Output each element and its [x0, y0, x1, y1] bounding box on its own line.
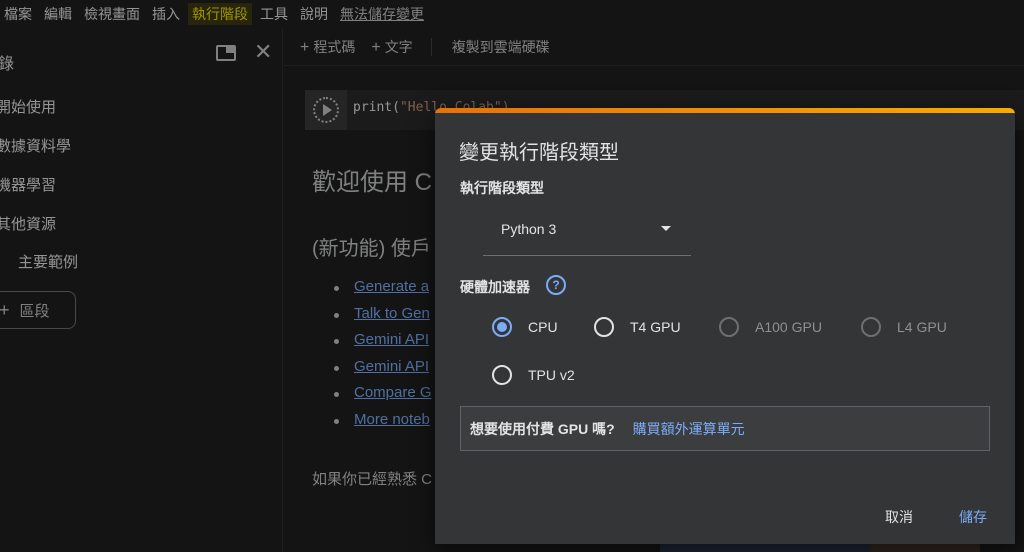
runtime-type-select[interactable]: Python 3	[483, 208, 691, 256]
dropdown-arrow-icon	[661, 226, 671, 231]
radio-button-icon	[594, 317, 614, 337]
radio-button-icon	[492, 317, 512, 337]
buy-compute-units-link[interactable]: 購買額外運算單元	[633, 419, 745, 439]
radio-a100-gpu: A100 GPU	[719, 317, 822, 337]
radio-l4-gpu: L4 GPU	[861, 317, 947, 337]
change-runtime-dialog: 變更執行階段類型 執行階段類型 Python 3 硬體加速器 ? CPU T4 …	[435, 108, 1015, 544]
paid-gpu-promo: 想要使用付費 GPU 嗎? 購買額外運算單元	[460, 406, 990, 451]
radio-label: L4 GPU	[897, 319, 947, 335]
radio-label: T4 GPU	[630, 319, 681, 335]
dialog-accent-bar	[435, 108, 1015, 113]
radio-label: CPU	[528, 319, 558, 335]
radio-button-icon	[492, 365, 512, 385]
radio-button-icon	[719, 317, 739, 337]
radio-label: TPU v2	[528, 367, 575, 383]
radio-label: A100 GPU	[755, 319, 822, 335]
radio-t4-gpu[interactable]: T4 GPU	[594, 317, 681, 337]
radio-button-icon	[861, 317, 881, 337]
help-icon[interactable]: ?	[546, 275, 566, 295]
hardware-accelerator-label: 硬體加速器	[460, 279, 530, 295]
runtime-type-value: Python 3	[501, 221, 557, 237]
save-button[interactable]: 儲存	[959, 507, 987, 527]
radio-cpu[interactable]: CPU	[492, 317, 558, 337]
promo-question: 想要使用付費 GPU 嗎?	[470, 420, 615, 437]
cancel-button[interactable]: 取消	[885, 507, 913, 527]
runtime-type-label: 執行階段類型	[460, 180, 544, 196]
dialog-title: 變更執行階段類型	[459, 142, 619, 164]
radio-tpu-v2[interactable]: TPU v2	[492, 365, 575, 385]
